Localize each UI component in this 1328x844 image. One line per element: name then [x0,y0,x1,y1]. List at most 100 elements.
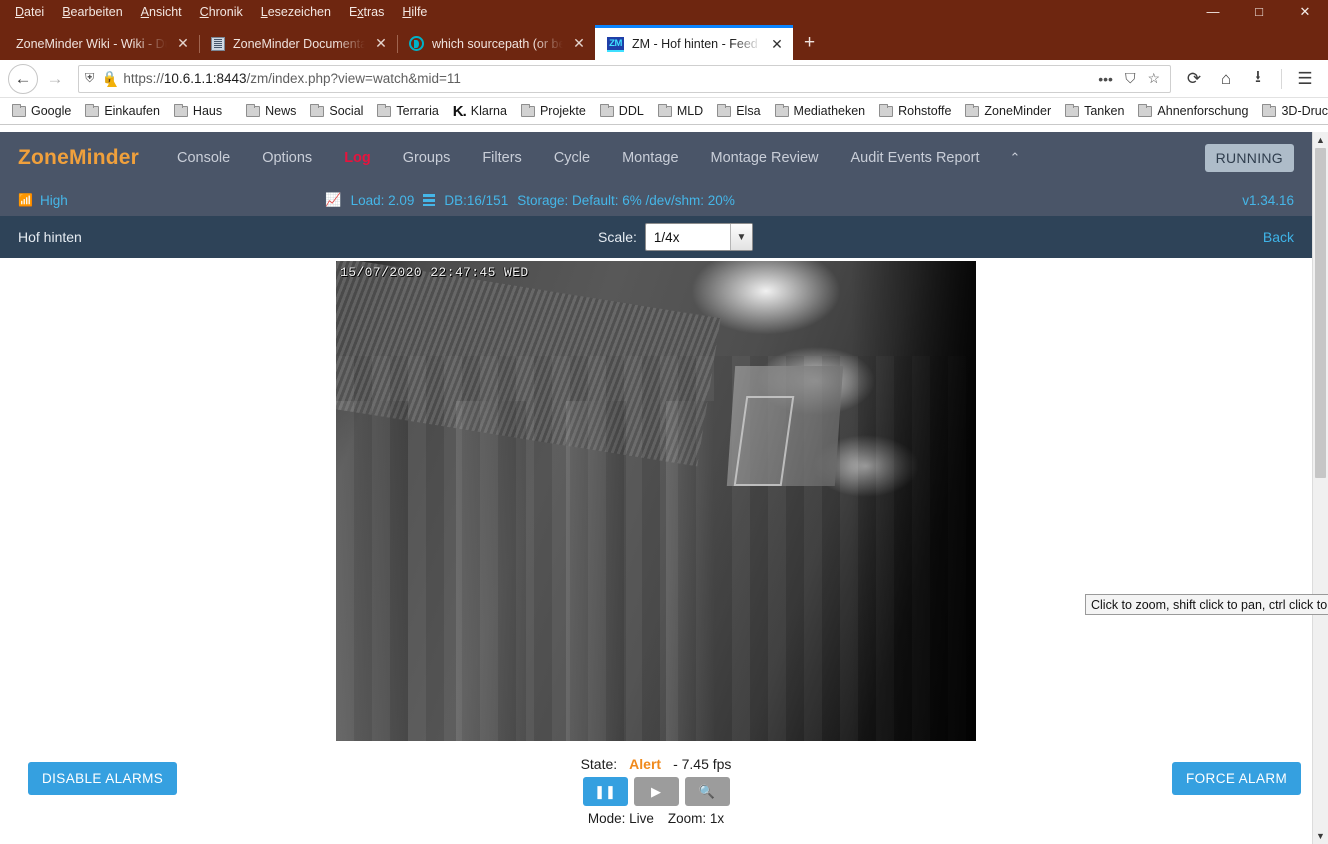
page-actions-icon[interactable]: ••• [1098,71,1113,87]
back-link[interactable]: Back [1263,229,1294,245]
bookmark-star-icon[interactable]: ☆ [1147,70,1160,87]
tab-which-sourcepath[interactable]: which sourcepath (or better all ✕ [397,27,595,60]
reload-button[interactable]: ⟳ [1179,64,1209,94]
bookmark-projekte[interactable]: Projekte [515,102,592,120]
menu-extras[interactable]: Extras [340,3,393,21]
bookmark-tanken[interactable]: Tanken [1059,102,1130,120]
close-button[interactable]: ✕ [1282,0,1328,23]
bookmark-label: Einkaufen [104,104,160,118]
bookmark-google[interactable]: Google [6,102,77,120]
wifi-icon: 📶 [18,193,33,207]
feed-detail-shadow [851,261,976,741]
shield-icon[interactable]: ⛨ [85,71,94,86]
scale-select[interactable]: 1/4x ▼ [644,223,753,251]
klarna-icon: K. [452,102,467,120]
live-feed-image[interactable]: 15/07/2020 22:47:45 WED [336,261,976,741]
hamburger-menu-icon[interactable]: ☰ [1290,64,1320,94]
minimize-button[interactable]: — [1190,0,1236,23]
db-label: DB:16/151 [444,192,509,208]
bandwidth-label: High [39,192,68,208]
nav-log[interactable]: Log [328,144,387,172]
load-label: Load: 2.09 [350,192,415,208]
storage-label: Storage: Default: 6% /dev/shm: 20% [517,192,735,208]
bookmark-label: Klarna [470,104,507,118]
chevron-up-icon[interactable]: ⌃ [995,144,1034,172]
pause-button[interactable]: ❚❚ [582,777,628,806]
menu-chronik[interactable]: Chronik [191,3,252,21]
monitor-name: Hof hinten [18,229,82,245]
page-scrollbar[interactable]: ▲ ▼ [1312,132,1328,844]
menu-bearbeiten[interactable]: Bearbeiten [53,3,131,21]
bookmark-label: Projekte [539,104,586,118]
address-bar[interactable]: ⛨ 🔒 https://10.6.1.1:8443/zm/index.php?v… [78,64,1171,93]
menu-ansicht[interactable]: Ansicht [132,3,191,21]
bookmark-ahnenforschung[interactable]: Ahnenforschung [1132,102,1254,120]
pocket-icon[interactable]: ⛉ [1125,70,1136,87]
bookmark-social[interactable]: Social [304,102,369,120]
bookmark-einkaufen[interactable]: Einkaufen [79,102,166,120]
bookmark-mediatheken[interactable]: Mediatheken [769,102,872,120]
close-icon[interactable]: ✕ [769,36,785,53]
bookmark-label: Tanken [1084,104,1125,118]
close-icon[interactable]: ✕ [175,35,191,52]
menu-datei[interactable]: Datei [6,3,53,21]
tab-zoneminder-wiki[interactable]: ZoneMinder Wiki - Wiki - Dummies ✕ [4,27,199,60]
fps-label: - 7.45 fps [673,756,732,772]
home-button[interactable]: ⌂ [1211,64,1241,94]
insecure-lock-icon[interactable]: 🔒 [101,71,118,87]
bandwidth-status[interactable]: 📶 High [18,193,68,208]
play-button[interactable]: ▶ [633,777,679,806]
mode-zoom-info: Mode: Live Zoom: 1x [588,811,724,826]
tab-label: ZoneMinder Documentation - [233,36,365,51]
tab-zm-hof-hinten-feed[interactable]: ZM ZM - Hof hinten - Feed ✕ [595,25,793,60]
bookmark-news[interactable]: News [240,102,302,120]
nav-audit-events-report[interactable]: Audit Events Report [835,144,996,172]
status-badge-running[interactable]: RUNNING [1204,144,1294,172]
bookmark-rohstoffe[interactable]: Rohstoffe [873,102,957,120]
divider [1281,68,1282,89]
nav-montage[interactable]: Montage [606,144,694,172]
nav-options[interactable]: Options [246,144,328,172]
bookmark-klarna[interactable]: K. Klarna [447,101,513,122]
playback-controls: State: Alert - 7.45 fps ❚❚ ▶ 🔍 Mode: Liv… [0,756,1312,826]
scrollbar-thumb[interactable] [1315,148,1326,478]
bookmark-label: Elsa [736,104,761,118]
nav-filters[interactable]: Filters [466,144,537,172]
bookmark-haus[interactable]: Haus [168,102,228,120]
window-controls: — □ ✕ [1190,0,1328,23]
menu-lesezeichen[interactable]: Lesezeichen [252,3,340,21]
database-icon [423,194,436,206]
bookmark-elsa[interactable]: Elsa [711,102,766,120]
menu-hilfe[interactable]: Hilfe [393,3,436,21]
scroll-up-icon[interactable]: ▲ [1313,132,1328,148]
scale-value: 1/4x [653,229,680,245]
maximize-button[interactable]: □ [1236,0,1282,23]
new-tab-button[interactable]: + [793,32,826,60]
bookmark-label: Social [329,104,364,118]
bookmark-3d-druck[interactable]: 3D-Druck [1256,102,1328,120]
close-icon[interactable]: ✕ [373,35,389,52]
nav-console[interactable]: Console [161,144,246,172]
zoom-out-button[interactable]: 🔍 [684,777,730,806]
nav-montage-review[interactable]: Montage Review [695,144,835,172]
scroll-down-icon[interactable]: ▼ [1313,828,1328,844]
zoneminder-logo[interactable]: ZoneMinder [18,146,139,170]
bookmark-mld[interactable]: MLD [652,102,709,120]
bookmark-zoneminder[interactable]: ZoneMinder [959,102,1057,120]
bookmark-label: ZoneMinder [984,104,1052,118]
video-stage: 15/07/2020 22:47:45 WED [0,258,1312,756]
back-button[interactable]: ← [8,63,38,94]
chevron-down-icon[interactable]: ▼ [729,224,752,250]
forward-button[interactable]: → [40,64,70,94]
pause-icon: ❚❚ [594,783,616,799]
bookmark-label: DDL [618,104,644,118]
magnifier-icon: 🔍 [698,783,716,799]
browser-navbar: ← → ⛨ 🔒 https://10.6.1.1:8443/zm/index.p… [0,60,1328,98]
downloads-button[interactable]: ⭳ [1243,64,1273,94]
bookmark-terraria[interactable]: Terraria [371,102,444,120]
nav-groups[interactable]: Groups [387,144,467,172]
bookmark-ddl[interactable]: DDL [594,102,650,120]
tab-zoneminder-documentation[interactable]: ZoneMinder Documentation - ✕ [199,27,397,60]
nav-cycle[interactable]: Cycle [538,144,606,172]
close-icon[interactable]: ✕ [571,35,587,52]
